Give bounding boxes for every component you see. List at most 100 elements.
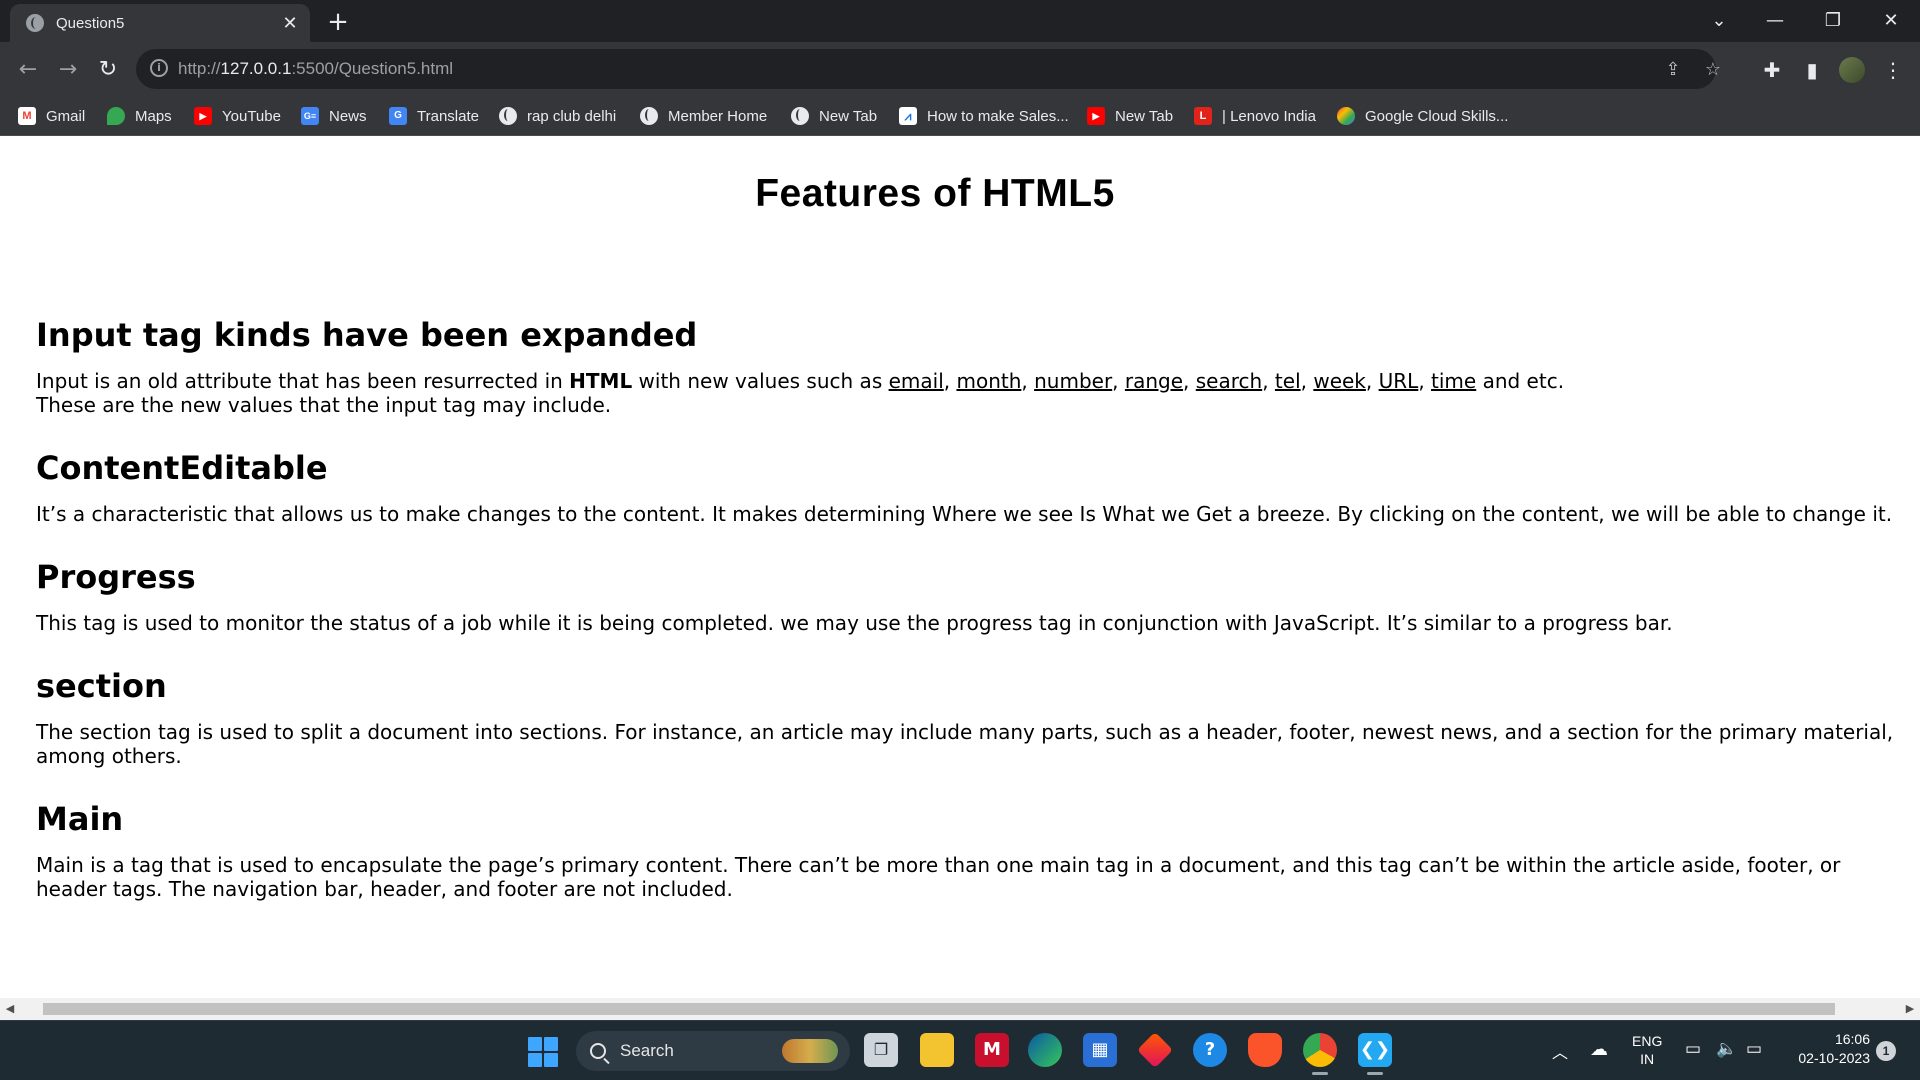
bookmark-new-tab[interactable]: New Tab (791, 96, 877, 136)
brave-icon[interactable] (1248, 1033, 1282, 1067)
edge-icon[interactable] (1028, 1033, 1062, 1067)
bookmark-youtube[interactable]: ▶ YouTube (194, 96, 281, 136)
section-contenteditable: ContentEditable It’s a characteristic th… (36, 448, 1916, 526)
notification-badge[interactable]: 1 (1876, 1041, 1896, 1061)
file-explorer-icon[interactable] (920, 1033, 954, 1067)
section-text: Main is a tag that is used to encapsulat… (36, 853, 1841, 901)
mcafee-icon[interactable]: M (975, 1033, 1009, 1067)
language-indicator[interactable]: ENG IN (1632, 1032, 1662, 1068)
section-heading: Progress (36, 558, 196, 596)
search-highlight-icon (782, 1039, 838, 1063)
google-cloud-icon (1337, 107, 1355, 125)
bookmarks-bar: M Gmail Maps ▶ YouTube G≡ News G Translate r… (0, 96, 1920, 136)
bookmark-member-home[interactable]: Member Home (640, 96, 767, 136)
bookmark-news[interactable]: G≡ News (301, 96, 367, 136)
horizontal-scrollbar[interactable]: ◀ ▶ (0, 998, 1920, 1020)
bookmark-translate[interactable]: G Translate (389, 96, 479, 136)
scroll-right-arrow-icon[interactable]: ▶ (1900, 998, 1920, 1020)
bookmark-google-cloud-skills[interactable]: Google Cloud Skills... (1337, 96, 1508, 136)
section-heading: section (36, 667, 167, 705)
task-view-icon[interactable]: ❐ (864, 1033, 898, 1067)
maps-icon (107, 107, 125, 125)
search-icon (590, 1043, 606, 1059)
info-icon[interactable]: i (150, 59, 168, 77)
link-tel[interactable]: tel (1275, 369, 1301, 393)
browser-toolbar: ← → ↻ i http://127.0.0.1:5500/Question5.… (0, 42, 1920, 96)
vscode-icon[interactable]: ❮❯ (1358, 1033, 1392, 1075)
section-main-tag: Main Main is a tag that is used to encap… (36, 799, 1916, 901)
globe-icon (640, 107, 658, 125)
minimize-button[interactable]: — (1752, 6, 1798, 36)
bookmark-gmail[interactable]: M Gmail (18, 96, 85, 136)
address-url[interactable]: http://127.0.0.1:5500/Question5.html (178, 49, 453, 89)
lenovo-icon: L (1194, 107, 1212, 125)
section-progress: Progress This tag is used to monitor the… (36, 557, 1916, 635)
browser-tab[interactable]: Question5 ✕ (10, 4, 310, 42)
chrome-icon[interactable] (1303, 1033, 1337, 1075)
bookmark-lenovo-india[interactable]: L | Lenovo India (1194, 96, 1316, 136)
taskbar-search-label: Search (620, 1041, 674, 1060)
windows-taskbar: Search ❐ M ▦ ? ❮❯ ︿ ☁ ENG IN ▭ 🔈 ▭ 16:06 0… (0, 1020, 1920, 1080)
tab-title: Question5 (56, 14, 125, 32)
link-number[interactable]: number (1034, 369, 1112, 393)
bookmark-new-tab-youtube[interactable]: ▶ New Tab (1087, 96, 1173, 136)
git-icon[interactable] (1136, 1031, 1174, 1069)
windows-start-icon[interactable] (528, 1037, 558, 1067)
section-text: The section tag is used to split a docum… (36, 720, 1894, 768)
new-tab-button[interactable]: + (324, 8, 352, 36)
news-icon: G≡ (301, 107, 319, 125)
scrollbar-thumb[interactable] (43, 1003, 1835, 1015)
section-input-tags: Input tag kinds have been expanded Input… (36, 315, 1916, 417)
youtube-icon: ▶ (1087, 107, 1105, 125)
menu-kebab-icon[interactable]: ⋮ (1880, 57, 1906, 83)
bookmark-maps[interactable]: Maps (107, 96, 172, 136)
microsoft-store-icon[interactable]: ▦ (1083, 1033, 1117, 1067)
section-heading: Input tag kinds have been expanded (36, 316, 698, 354)
section-text: This tag is used to monitor the status o… (36, 611, 1673, 635)
share-icon[interactable]: ⇪ (1662, 59, 1684, 81)
show-hidden-icons-chevron[interactable]: ︿ (1552, 1039, 1568, 1063)
scroll-left-arrow-icon[interactable]: ◀ (0, 998, 20, 1020)
section-heading: ContentEditable (36, 449, 328, 487)
clock[interactable]: 16:06 02-10-2023 (1784, 1030, 1870, 1068)
link-range[interactable]: range (1125, 369, 1183, 393)
web-page: Features of HTML5 Input tag kinds have b… (0, 136, 1920, 998)
help-icon[interactable]: ? (1193, 1033, 1227, 1067)
battery-icon[interactable]: ▭ (1746, 1039, 1762, 1059)
link-week[interactable]: week (1313, 369, 1366, 393)
profile-avatar[interactable] (1839, 57, 1865, 83)
taskbar-search-box[interactable]: Search (576, 1031, 850, 1071)
close-window-button[interactable]: ✕ (1868, 6, 1914, 36)
onedrive-cloud-icon[interactable]: ☁ (1590, 1039, 1608, 1060)
volume-icon[interactable]: 🔈 (1716, 1039, 1737, 1059)
restore-button[interactable]: ❐ (1810, 6, 1856, 36)
bookmark-star-icon[interactable]: ☆ (1702, 59, 1724, 81)
extensions-puzzle-icon[interactable]: ✚ (1759, 57, 1785, 83)
forward-button[interactable]: → (54, 56, 82, 84)
globe-icon (499, 107, 517, 125)
link-email[interactable]: email (889, 369, 944, 393)
back-button[interactable]: ← (14, 56, 42, 84)
side-panel-icon[interactable]: ▮ (1799, 57, 1825, 83)
bookmark-rap-club-delhi[interactable]: rap club delhi (499, 96, 616, 136)
section-text: Input is an old attribute that has been … (36, 369, 1565, 417)
chart-icon: ⩘ (899, 107, 917, 125)
link-url[interactable]: URL (1379, 369, 1419, 393)
section-text: It’s a characteristic that allows us to … (36, 502, 1893, 526)
youtube-icon: ▶ (194, 107, 212, 125)
section-heading: Main (36, 800, 124, 838)
tab-strip: Question5 ✕ + ⌄ — ❐ ✕ (0, 0, 1920, 42)
link-time[interactable]: time (1431, 369, 1476, 393)
bookmark-how-to-make-sales[interactable]: ⩘ How to make Sales... (899, 96, 1069, 136)
globe-icon (791, 107, 809, 125)
close-tab-icon[interactable]: ✕ (280, 13, 300, 33)
tab-search-chevron-icon[interactable]: ⌄ (1696, 6, 1742, 36)
network-icon[interactable]: ▭ (1685, 1039, 1701, 1059)
reload-button[interactable]: ↻ (94, 56, 122, 84)
page-title: Features of HTML5 (755, 172, 1115, 215)
translate-icon: G (389, 107, 407, 125)
link-month[interactable]: month (956, 369, 1021, 393)
section-section-tag: section The section tag is used to split… (36, 666, 1916, 768)
address-bar[interactable]: i http://127.0.0.1:5500/Question5.html ⇪… (136, 49, 1721, 89)
link-search[interactable]: search (1196, 369, 1262, 393)
